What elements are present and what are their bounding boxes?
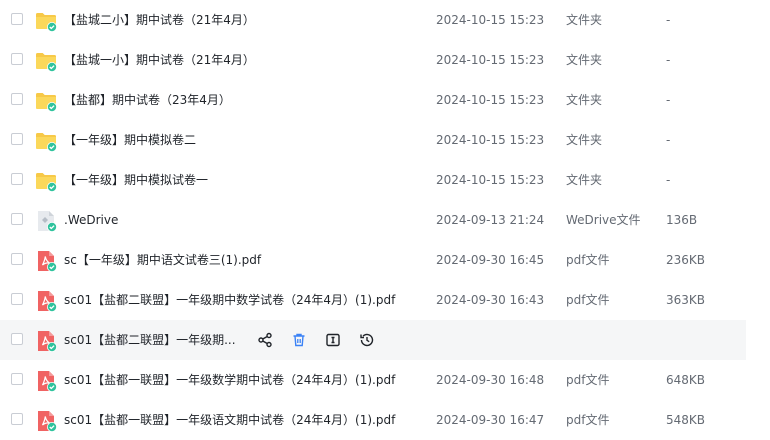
rename-icon (325, 332, 341, 348)
file-row[interactable]: 【一年级】期中模拟卷二 2024-10-15 15:23 文件夹 - (0, 120, 746, 160)
file-row[interactable]: sc01【盐都二联盟】一年级期... (0, 320, 746, 360)
pdf-icon (34, 249, 58, 273)
file-row[interactable]: sc01【盐都二联盟】一年级期中数学试卷（24年4月）(1).pdf 2024-0… (0, 280, 746, 320)
file-size: - (666, 173, 671, 187)
row-checkbox[interactable] (11, 13, 23, 25)
file-list: 【盐城二小】期中试卷（21年4月） 2024-10-15 15:23 文件夹 - 【盐城… (0, 0, 770, 439)
pdf-icon (34, 289, 58, 313)
folder-icon (34, 9, 58, 33)
row-checkbox[interactable] (11, 293, 23, 305)
file-date: 2024-10-15 15:23 (436, 53, 545, 67)
delete-button[interactable] (290, 331, 308, 349)
file-row[interactable]: sc01【盐都一联盟】一年级语文期中试卷（24年4月）(1).pdf 2024-0… (0, 400, 746, 440)
file-row[interactable]: sc【一年级】期中语文试卷三(1).pdf 2024-09-30 16:45 pdf… (0, 240, 746, 280)
row-checkbox[interactable] (11, 173, 23, 185)
file-row[interactable]: sc01【盐都一联盟】一年级数学期中试卷（24年4月）(1).pdf 2024-0… (0, 360, 746, 400)
file-date: 2024-10-15 15:23 (436, 93, 545, 107)
file-name[interactable]: 【盐城二小】期中试卷（21年4月） (64, 0, 255, 40)
rename-button[interactable] (324, 331, 342, 349)
file-date: 2024-09-30 16:48 (436, 373, 545, 387)
file-size: 548KB (666, 413, 706, 427)
file-type: pdf文件 (566, 413, 610, 427)
pdf-icon (34, 369, 58, 393)
file-name[interactable]: 【盐都】期中试卷（23年4月） (64, 80, 231, 120)
folder-icon (34, 169, 58, 193)
row-checkbox[interactable] (11, 93, 23, 105)
file-date: 2024-09-13 21:24 (436, 213, 545, 227)
file-size: - (666, 93, 671, 107)
file-date: 2024-09-30 16:43 (436, 293, 545, 307)
file-row[interactable]: .WeDrive 2024-09-13 21:24 WeDrive文件 136B (0, 200, 746, 240)
file-date: 2024-09-30 16:47 (436, 413, 545, 427)
file-row[interactable]: 【盐城一小】期中试卷（21年4月） 2024-10-15 15:23 文件夹 - (0, 40, 746, 80)
file-name[interactable]: sc01【盐都一联盟】一年级语文期中试卷（24年4月）(1).pdf (64, 400, 395, 440)
share-button[interactable] (256, 331, 274, 349)
file-size: 236KB (666, 253, 706, 267)
file-name[interactable]: 【一年级】期中模拟试卷一 (64, 160, 208, 200)
pdf-icon (34, 409, 58, 433)
file-type: WeDrive文件 (566, 213, 641, 227)
file-type: 文件夹 (566, 173, 603, 187)
file-name[interactable]: .WeDrive (64, 200, 118, 240)
file-type: pdf文件 (566, 293, 610, 307)
delete-icon (291, 332, 307, 348)
file-type: 文件夹 (566, 53, 603, 67)
file-date: 2024-09-30 16:45 (436, 253, 545, 267)
file-size: - (666, 13, 671, 27)
file-size: 363KB (666, 293, 706, 307)
share-icon (257, 332, 273, 348)
file-size: 648KB (666, 373, 706, 387)
row-checkbox[interactable] (11, 253, 23, 265)
row-checkbox[interactable] (11, 373, 23, 385)
file-size: - (666, 53, 671, 67)
file-size: 136B (666, 213, 698, 227)
file-name[interactable]: sc【一年级】期中语文试卷三(1).pdf (64, 240, 261, 280)
file-type: pdf文件 (566, 253, 610, 267)
file-date: 2024-10-15 15:23 (436, 13, 545, 27)
file-name[interactable]: sc01【盐都二联盟】一年级期中数学试卷（24年4月）(1).pdf (64, 280, 395, 320)
file-row[interactable]: 【盐城二小】期中试卷（21年4月） 2024-10-15 15:23 文件夹 - (0, 0, 746, 40)
row-actions (256, 331, 392, 349)
pdf-icon (34, 329, 58, 353)
folder-icon (34, 89, 58, 113)
row-checkbox[interactable] (11, 333, 23, 345)
file-name[interactable]: 【一年级】期中模拟卷二 (64, 120, 196, 160)
file-type: 文件夹 (566, 133, 603, 147)
row-checkbox[interactable] (11, 413, 23, 425)
folder-icon (34, 129, 58, 153)
file-date: 2024-10-15 15:23 (436, 133, 545, 147)
file-row[interactable]: 【一年级】期中模拟试卷一 2024-10-15 15:23 文件夹 - (0, 160, 746, 200)
file-size: - (666, 133, 671, 147)
wedrive-file-icon (34, 209, 58, 233)
file-date: 2024-10-15 15:23 (436, 173, 545, 187)
folder-icon (34, 49, 58, 73)
file-type: 文件夹 (566, 13, 603, 27)
history-icon (359, 332, 375, 348)
file-type: 文件夹 (566, 93, 603, 107)
file-name[interactable]: sc01【盐都二联盟】一年级期... (64, 320, 236, 360)
file-name[interactable]: sc01【盐都一联盟】一年级数学期中试卷（24年4月）(1).pdf (64, 360, 395, 400)
file-row[interactable]: 【盐都】期中试卷（23年4月） 2024-10-15 15:23 文件夹 - (0, 80, 746, 120)
history-button[interactable] (358, 331, 376, 349)
row-checkbox[interactable] (11, 53, 23, 65)
row-checkbox[interactable] (11, 213, 23, 225)
file-type: pdf文件 (566, 373, 610, 387)
file-name[interactable]: 【盐城一小】期中试卷（21年4月） (64, 40, 255, 80)
row-checkbox[interactable] (11, 133, 23, 145)
